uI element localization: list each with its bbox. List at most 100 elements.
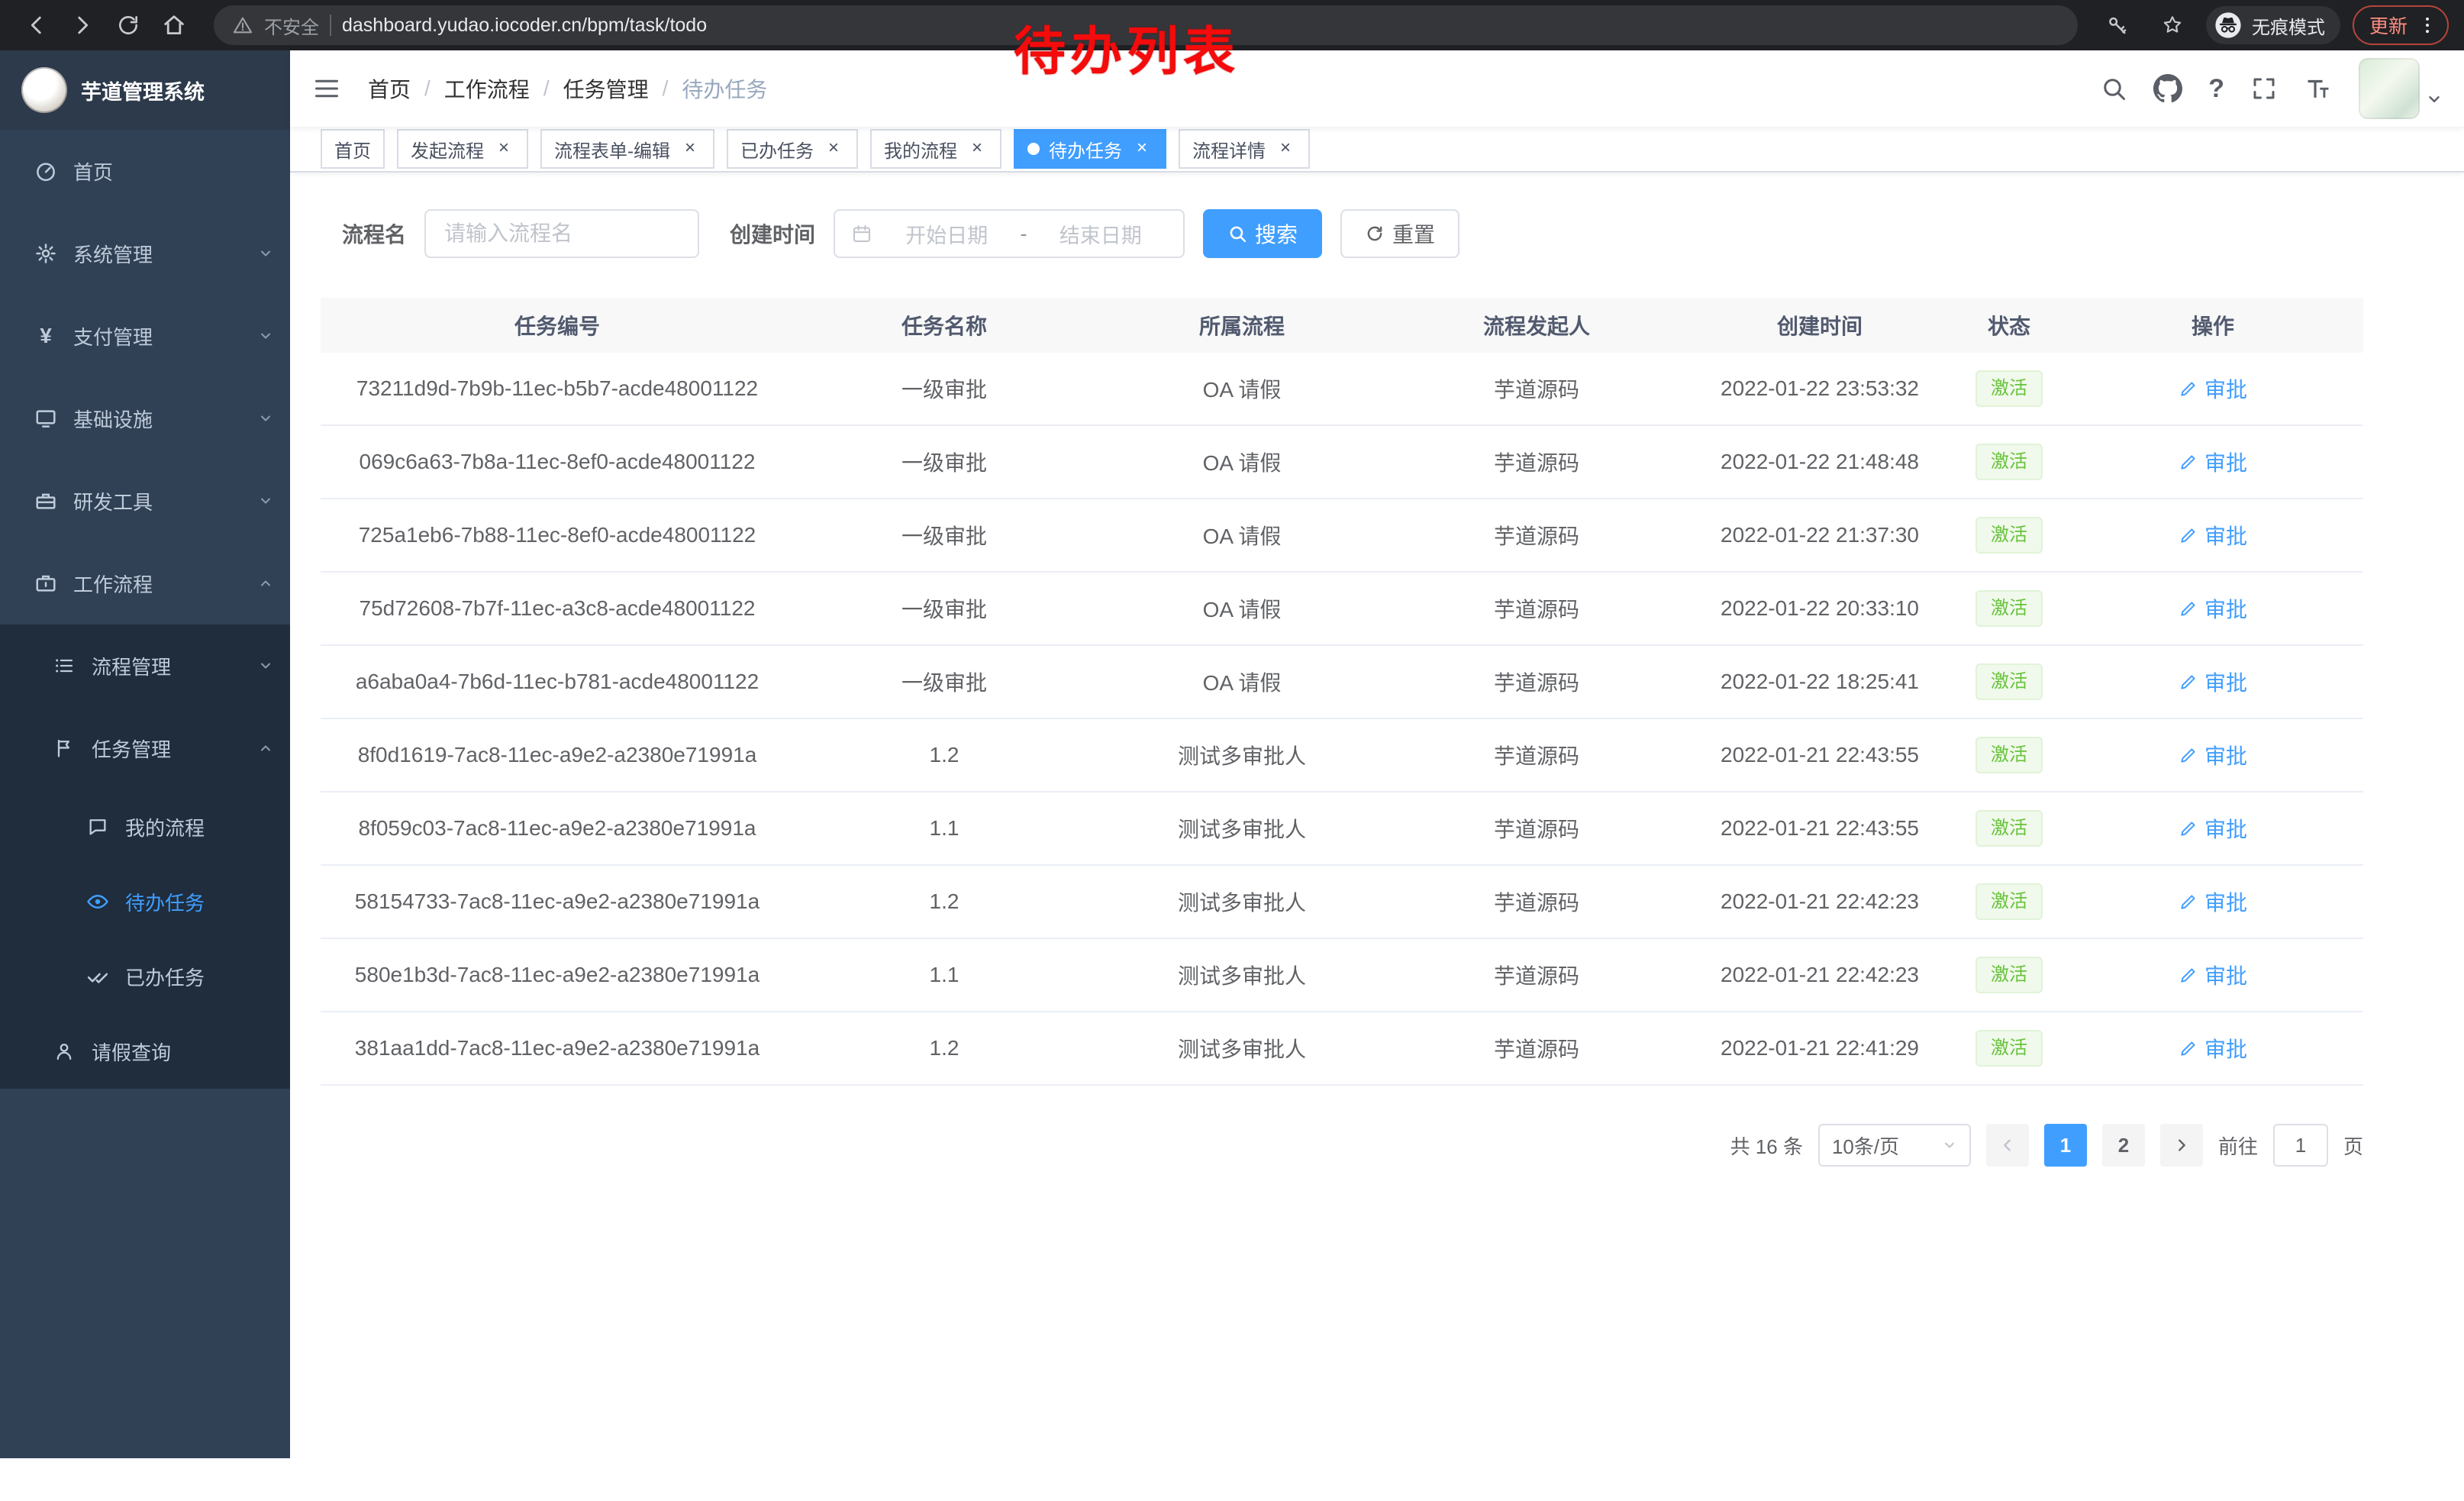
approve-button[interactable]: 审批	[2179, 373, 2247, 404]
browser-forward-button[interactable]	[61, 4, 104, 47]
close-icon[interactable]: ×	[679, 138, 701, 160]
cell-initiator: 芋道源码	[1389, 740, 1684, 770]
approve-button[interactable]: 审批	[2179, 520, 2247, 550]
cell-status: 激活	[1956, 663, 2062, 700]
cell-process: 测试多审批人	[1095, 960, 1389, 990]
close-icon[interactable]: ×	[1275, 138, 1296, 160]
cell-task-id: 58154733-7ac8-11ec-a9e2-a2380e71991a	[321, 889, 794, 914]
cell-created: 2022-01-22 18:25:41	[1684, 670, 1956, 694]
refresh-icon	[116, 13, 140, 37]
sidebar-item-label: 支付管理	[73, 322, 153, 350]
bookmark-star-icon[interactable]	[2151, 4, 2194, 47]
page-button-1[interactable]: 1	[2044, 1124, 2087, 1167]
page-size-select[interactable]: 10条/页	[1818, 1124, 1971, 1167]
tab-process-form-edit[interactable]: 流程表单-编辑 ×	[540, 129, 714, 169]
sidebar-item-todo-tasks[interactable]: 待办任务	[0, 864, 290, 939]
close-icon[interactable]: ×	[823, 138, 844, 160]
url-text: dashboard.yudao.iocoder.cn/bpm/task/todo	[342, 15, 707, 37]
status-badge: 激活	[1975, 1030, 2043, 1067]
cell-task-id: 381aa1dd-7ac8-11ec-a9e2-a2380e71991a	[321, 1036, 794, 1060]
sidebar-item-home[interactable]: 首页	[0, 130, 290, 212]
sidebar-item-infrastructure[interactable]: 基础设施	[0, 377, 290, 460]
cell-created: 2022-01-21 22:42:23	[1684, 889, 1956, 914]
help-question-icon[interactable]: ?	[2208, 74, 2224, 104]
chevron-right-icon	[2173, 1137, 2190, 1154]
approve-button[interactable]: 审批	[2179, 886, 2247, 917]
tab-start-process[interactable]: 发起流程 ×	[397, 129, 528, 169]
cell-initiator: 芋道源码	[1389, 520, 1684, 550]
browser-home-button[interactable]	[153, 4, 195, 47]
cell-task-name: 一级审批	[794, 593, 1095, 624]
tab-todo-tasks[interactable]: 待办任务 ×	[1014, 129, 1166, 169]
breadcrumb-separator: /	[424, 76, 431, 101]
goto-page-input[interactable]	[2273, 1124, 2328, 1167]
tab-home[interactable]: 首页	[321, 129, 385, 169]
user-avatar[interactable]	[2359, 58, 2420, 119]
sidebar-item-task-management[interactable]: 任务管理	[0, 707, 290, 789]
github-icon[interactable]	[2153, 74, 2182, 103]
table-row: a6aba0a4-7b6d-11ec-b781-acde48001122 一级审…	[321, 646, 2363, 719]
browser-refresh-button[interactable]	[107, 4, 150, 47]
breadcrumb-task-management[interactable]: 任务管理	[563, 73, 649, 104]
search-button[interactable]: 搜索	[1203, 209, 1322, 258]
fullscreen-icon[interactable]	[2250, 75, 2278, 102]
cell-task-id: a6aba0a4-7b6d-11ec-b781-acde48001122	[321, 670, 794, 694]
password-key-icon[interactable]	[2096, 4, 2139, 47]
tab-my-process[interactable]: 我的流程 ×	[870, 129, 1001, 169]
sidebar-item-my-process[interactable]: 我的流程	[0, 789, 290, 864]
sidebar-item-payment[interactable]: ¥ 支付管理	[0, 295, 290, 377]
process-name-label: 流程名	[342, 218, 406, 249]
cell-status: 激活	[1956, 517, 2062, 554]
cell-status: 激活	[1956, 883, 2062, 920]
date-range-picker[interactable]: 开始日期 - 结束日期	[834, 209, 1185, 258]
search-icon[interactable]	[2100, 75, 2127, 102]
table-row: 381aa1dd-7ac8-11ec-a9e2-a2380e71991a 1.2…	[321, 1012, 2363, 1086]
address-bar[interactable]: 不安全 dashboard.yudao.iocoder.cn/bpm/task/…	[214, 5, 2078, 45]
close-icon[interactable]: ×	[1131, 138, 1153, 160]
cell-status: 激活	[1956, 370, 2062, 407]
approve-button[interactable]: 审批	[2179, 813, 2247, 844]
sidebar-item-done-tasks[interactable]: 已办任务	[0, 939, 290, 1014]
approve-button[interactable]: 审批	[2179, 740, 2247, 770]
sidebar-toggle-icon[interactable]	[313, 75, 340, 102]
pagination: 共 16 条 10条/页 1 2 前往	[321, 1124, 2363, 1167]
prev-page-button[interactable]	[1986, 1124, 2029, 1167]
app-frame: 芋道管理系统 首页 系统管理 ¥ 支付管理 基础设施	[0, 50, 2464, 1501]
breadcrumb-workflow[interactable]: 工作流程	[444, 73, 530, 104]
reset-button[interactable]: 重置	[1340, 209, 1459, 258]
toolbox-icon	[34, 489, 58, 513]
sidebar-item-label: 研发工具	[73, 487, 153, 515]
incognito-label: 无痕模式	[2252, 12, 2325, 39]
sidebar-item-process-management[interactable]: 流程管理	[0, 625, 290, 707]
app-logo[interactable]: 芋道管理系统	[0, 50, 290, 130]
approve-button[interactable]: 审批	[2179, 667, 2247, 697]
breadcrumb-current: 待办任务	[682, 73, 767, 104]
tab-done-tasks[interactable]: 已办任务 ×	[727, 129, 858, 169]
cell-task-name: 一级审批	[794, 447, 1095, 477]
cell-initiator: 芋道源码	[1389, 886, 1684, 917]
update-button[interactable]: 更新	[2353, 5, 2449, 45]
cell-task-name: 1.2	[794, 743, 1095, 767]
close-icon[interactable]: ×	[493, 138, 514, 160]
cell-status: 激活	[1956, 957, 2062, 993]
process-name-input[interactable]	[424, 209, 699, 258]
sidebar-item-system[interactable]: 系统管理	[0, 212, 290, 295]
browser-menu-icon[interactable]	[2417, 15, 2438, 36]
tab-process-detail[interactable]: 流程详情 ×	[1179, 129, 1310, 169]
sidebar-item-workflow[interactable]: 工作流程	[0, 542, 290, 625]
approve-button[interactable]: 审批	[2179, 960, 2247, 990]
sidebar-item-leave-query[interactable]: 请假查询	[0, 1014, 290, 1089]
approve-button[interactable]: 审批	[2179, 447, 2247, 477]
browser-back-button[interactable]	[15, 4, 58, 47]
cell-task-name: 1.2	[794, 889, 1095, 914]
todo-task-table: 任务编号 任务名称 所属流程 流程发起人 创建时间 状态 操作 73211d9d…	[321, 298, 2363, 1086]
approve-button[interactable]: 审批	[2179, 1033, 2247, 1064]
sidebar-item-devtools[interactable]: 研发工具	[0, 460, 290, 542]
approve-button[interactable]: 审批	[2179, 593, 2247, 624]
next-page-button[interactable]	[2160, 1124, 2203, 1167]
close-icon[interactable]: ×	[966, 138, 988, 160]
page-button-2[interactable]: 2	[2102, 1124, 2145, 1167]
font-size-icon[interactable]	[2304, 74, 2333, 103]
user-menu[interactable]	[2359, 58, 2443, 119]
breadcrumb-home[interactable]: 首页	[368, 73, 411, 104]
